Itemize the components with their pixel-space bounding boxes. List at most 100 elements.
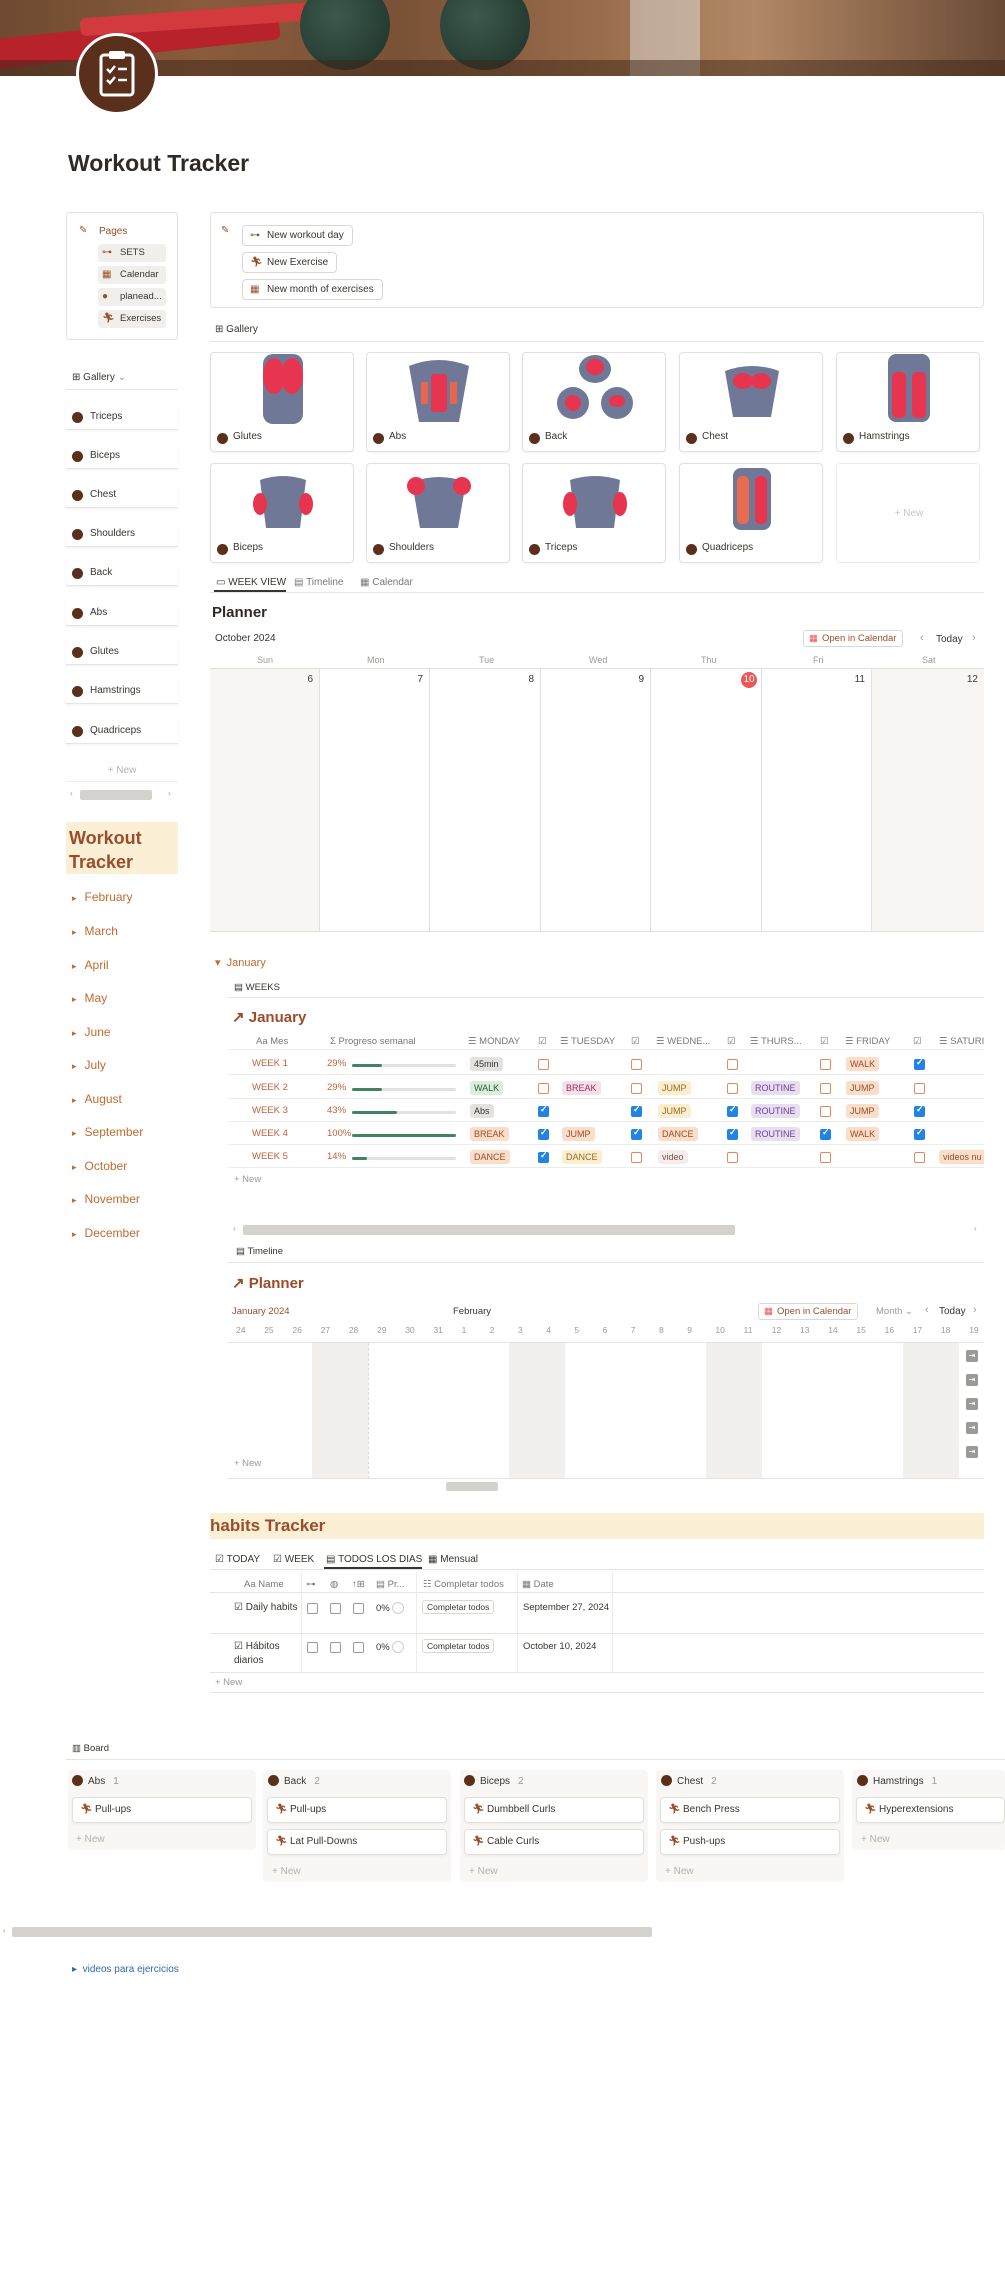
- tuesday-checkbox[interactable]: [631, 1127, 642, 1140]
- prev-icon[interactable]: ‹: [920, 632, 924, 644]
- board-column-header-back[interactable]: Back 2: [268, 1775, 320, 1787]
- next-icon[interactable]: ›: [973, 1304, 977, 1316]
- board-new-button[interactable]: + New: [76, 1834, 105, 1845]
- timeline-row-open-icon[interactable]: ⇥: [966, 1350, 978, 1362]
- day-cell[interactable]: 12: [872, 669, 984, 931]
- toggle-march[interactable]: March: [72, 924, 118, 938]
- week-name[interactable]: WEEK 1: [252, 1058, 288, 1069]
- open-in-calendar-button[interactable]: ▦ Open in Calendar: [803, 630, 904, 647]
- habit-row-name[interactable]: ☑ Daily habits: [234, 1601, 298, 1615]
- gallery-card-triceps[interactable]: Triceps: [522, 463, 666, 563]
- monday-checkbox[interactable]: [538, 1150, 549, 1163]
- wednesday-checkbox[interactable]: [727, 1127, 738, 1140]
- monday-tag[interactable]: BREAK: [470, 1127, 509, 1141]
- page-link-calendar[interactable]: ▦ Calendar: [98, 266, 166, 284]
- tab-today[interactable]: ☑ TODAY: [215, 1554, 260, 1565]
- board-card[interactable]: 🏃︎ Pull-ups: [267, 1797, 447, 1823]
- habit-row-name[interactable]: ☑ Hábitos diarios: [234, 1640, 298, 1668]
- thursday-checkbox[interactable]: [820, 1106, 831, 1117]
- monday-tag[interactable]: Abs: [470, 1104, 494, 1118]
- habit-col-icon2[interactable]: ◍: [330, 1579, 338, 1590]
- scroll-right-icon[interactable]: ›: [168, 789, 171, 798]
- prev-icon[interactable]: ‹: [925, 1304, 929, 1316]
- habit-date[interactable]: October 10, 2024: [523, 1641, 596, 1652]
- board-card[interactable]: 🏃︎ Dumbbell Curls: [464, 1797, 644, 1823]
- friday-checkbox[interactable]: [914, 1104, 925, 1117]
- habit-date[interactable]: September 27, 2024: [523, 1602, 609, 1613]
- wednesday-checkbox[interactable]: [727, 1152, 738, 1163]
- board-column-header-biceps[interactable]: Biceps 2: [464, 1775, 524, 1787]
- page-link-planeado[interactable]: ● planead...: [98, 288, 166, 306]
- week-name[interactable]: WEEK 3: [252, 1105, 288, 1116]
- toggle-october[interactable]: October: [72, 1159, 128, 1173]
- tuesday-tag[interactable]: JUMP: [562, 1127, 595, 1141]
- friday-tag[interactable]: JUMP: [846, 1104, 879, 1118]
- scroll-left-icon[interactable]: ‹: [3, 1926, 6, 1935]
- wednesday-checkbox[interactable]: [727, 1104, 738, 1117]
- board-card[interactable]: 🏃︎ Cable Curls: [464, 1829, 644, 1855]
- col-mes[interactable]: Aa Mes: [256, 1036, 288, 1047]
- timeline-new-button[interactable]: + New: [234, 1458, 261, 1469]
- timeline-grid[interactable]: [228, 1342, 984, 1479]
- gallery-card-glutes[interactable]: Glutes: [210, 352, 354, 452]
- tuesday-checkbox[interactable]: [631, 1059, 642, 1070]
- timeline-open-calendar-button[interactable]: ▦ Open in Calendar: [758, 1303, 859, 1320]
- thursday-tag[interactable]: ROUTINE: [751, 1081, 800, 1095]
- timeline-row-open-icon[interactable]: ⇥: [966, 1398, 978, 1410]
- wednesday-checkbox[interactable]: [727, 1083, 738, 1094]
- wednesday-checkbox[interactable]: [727, 1059, 738, 1070]
- col-friday[interactable]: ☰ FRIDAY: [845, 1036, 890, 1047]
- tab-timeline[interactable]: ▤ Timeline: [294, 577, 343, 588]
- board-card[interactable]: 🏃︎ Lat Pull-Downs: [267, 1829, 447, 1855]
- timeline-view-tab[interactable]: ▤ Timeline: [236, 1246, 283, 1257]
- board-column-header-hamstrings[interactable]: Hamstrings 1: [857, 1775, 937, 1787]
- board-card[interactable]: 🏃︎ Push-ups: [660, 1829, 840, 1855]
- left-card-shoulders[interactable]: Shoulders: [66, 521, 178, 547]
- left-card-glutes[interactable]: Glutes: [66, 639, 178, 665]
- toggle-august[interactable]: August: [72, 1092, 122, 1106]
- timeline-today-button[interactable]: Today: [939, 1306, 966, 1317]
- board-card[interactable]: 🏃︎ Pull-ups: [72, 1797, 252, 1823]
- left-gallery-view-tab[interactable]: ⊞ Gallery ⌄: [72, 372, 126, 383]
- gallery-card-hamstrings[interactable]: Hamstrings: [836, 352, 980, 452]
- board-column-header-abs[interactable]: Abs 1: [72, 1775, 119, 1787]
- monday-tag[interactable]: DANCE: [470, 1150, 510, 1164]
- timeline-row-open-icon[interactable]: ⇥: [966, 1374, 978, 1386]
- tab-calendar[interactable]: ▦ Calendar: [360, 577, 413, 588]
- habit-checkbox[interactable]: [353, 1642, 364, 1653]
- toggle-june[interactable]: June: [72, 1025, 111, 1039]
- timeline-row-open-icon[interactable]: ⇥: [966, 1422, 978, 1434]
- left-card-chest[interactable]: Chest: [66, 482, 178, 508]
- scroll-left-icon[interactable]: ‹: [70, 789, 73, 798]
- thursday-checkbox[interactable]: [820, 1127, 831, 1140]
- gallery-card-quadriceps[interactable]: Quadriceps: [679, 463, 823, 563]
- thursday-checkbox[interactable]: [820, 1059, 831, 1070]
- thursday-tag[interactable]: ROUTINE: [751, 1104, 800, 1118]
- day-cell[interactable]: 7: [320, 669, 430, 931]
- left-card-back[interactable]: Back: [66, 560, 178, 586]
- gallery-card-biceps[interactable]: Biceps: [210, 463, 354, 563]
- habit-checkbox[interactable]: [307, 1603, 318, 1614]
- friday-checkbox[interactable]: [914, 1057, 925, 1070]
- friday-checkbox[interactable]: [914, 1152, 925, 1163]
- scroll-left-icon[interactable]: ‹: [233, 1224, 236, 1233]
- tuesday-tag[interactable]: BREAK: [562, 1081, 601, 1095]
- friday-tag[interactable]: JUMP: [846, 1081, 879, 1095]
- day-cell[interactable]: 6: [210, 669, 320, 931]
- toggle-may[interactable]: May: [72, 991, 108, 1005]
- table-scrollbar[interactable]: [243, 1225, 735, 1235]
- completar-todos-button[interactable]: Completar todos: [422, 1639, 495, 1653]
- gallery-card-abs[interactable]: Abs: [366, 352, 510, 452]
- new-month-button[interactable]: ▦ New month of exercises: [242, 279, 383, 300]
- week-name[interactable]: WEEK 2: [252, 1082, 288, 1093]
- timeline-row-open-icon[interactable]: ⇥: [966, 1446, 978, 1458]
- habit-checkbox[interactable]: [307, 1642, 318, 1653]
- toggle-september[interactable]: September: [72, 1125, 144, 1139]
- day-cell[interactable]: 9: [541, 669, 651, 931]
- friday-checkbox[interactable]: [914, 1127, 925, 1140]
- board-card[interactable]: 🏃︎ Hyperextensions: [856, 1797, 1005, 1823]
- habit-new-button[interactable]: + New: [215, 1677, 242, 1688]
- col-tuesday[interactable]: ☰ TUESDAY: [560, 1036, 615, 1047]
- habit-col-progress[interactable]: ▤ Pr...: [376, 1579, 405, 1590]
- habit-checkbox[interactable]: [330, 1642, 341, 1653]
